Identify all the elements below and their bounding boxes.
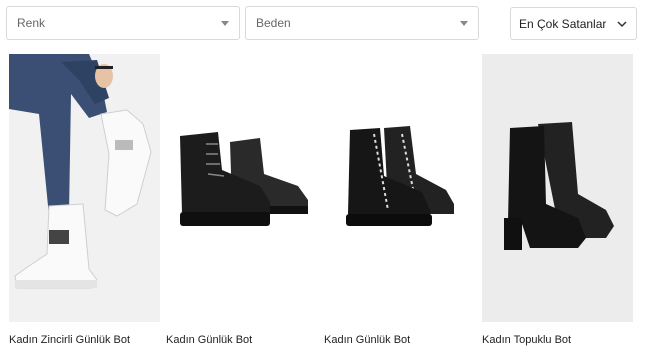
size-filter-select[interactable]: Beden — [245, 6, 479, 40]
product-image[interactable] — [482, 54, 633, 322]
caret-down-icon — [221, 20, 229, 26]
sort-selected-label: En Çok Satanlar — [519, 16, 607, 31]
black-chelsea-boot-photo — [324, 54, 475, 322]
product-name[interactable]: Kadın Topuklu Bot — [482, 334, 571, 346]
product-name[interactable]: Kadın Zincirli Günlük Bot — [9, 334, 130, 346]
caret-down-icon — [460, 20, 468, 26]
chevron-down-icon — [617, 20, 627, 27]
black-lace-up-boot-photo — [166, 54, 317, 322]
color-filter-label: Renk — [17, 16, 46, 30]
product-image[interactable] — [324, 54, 475, 322]
product-image[interactable] — [166, 54, 317, 322]
product-card[interactable]: Kadın Topuklu Bot — [482, 54, 633, 346]
size-filter-label: Beden — [256, 16, 291, 30]
product-card[interactable]: Kadın Zincirli Günlük Bot — [9, 54, 160, 346]
sort-select[interactable]: En Çok Satanlar — [510, 7, 637, 40]
product-card[interactable]: Kadın Günlük Bot — [166, 54, 317, 346]
product-image[interactable] — [9, 54, 160, 322]
product-name[interactable]: Kadın Günlük Bot — [324, 334, 410, 346]
white-chain-boot-photo — [9, 54, 160, 322]
black-heeled-boot-photo — [482, 54, 633, 322]
color-filter-select[interactable]: Renk — [6, 6, 240, 40]
product-card[interactable]: Kadın Günlük Bot — [324, 54, 475, 346]
product-name[interactable]: Kadın Günlük Bot — [166, 334, 252, 346]
